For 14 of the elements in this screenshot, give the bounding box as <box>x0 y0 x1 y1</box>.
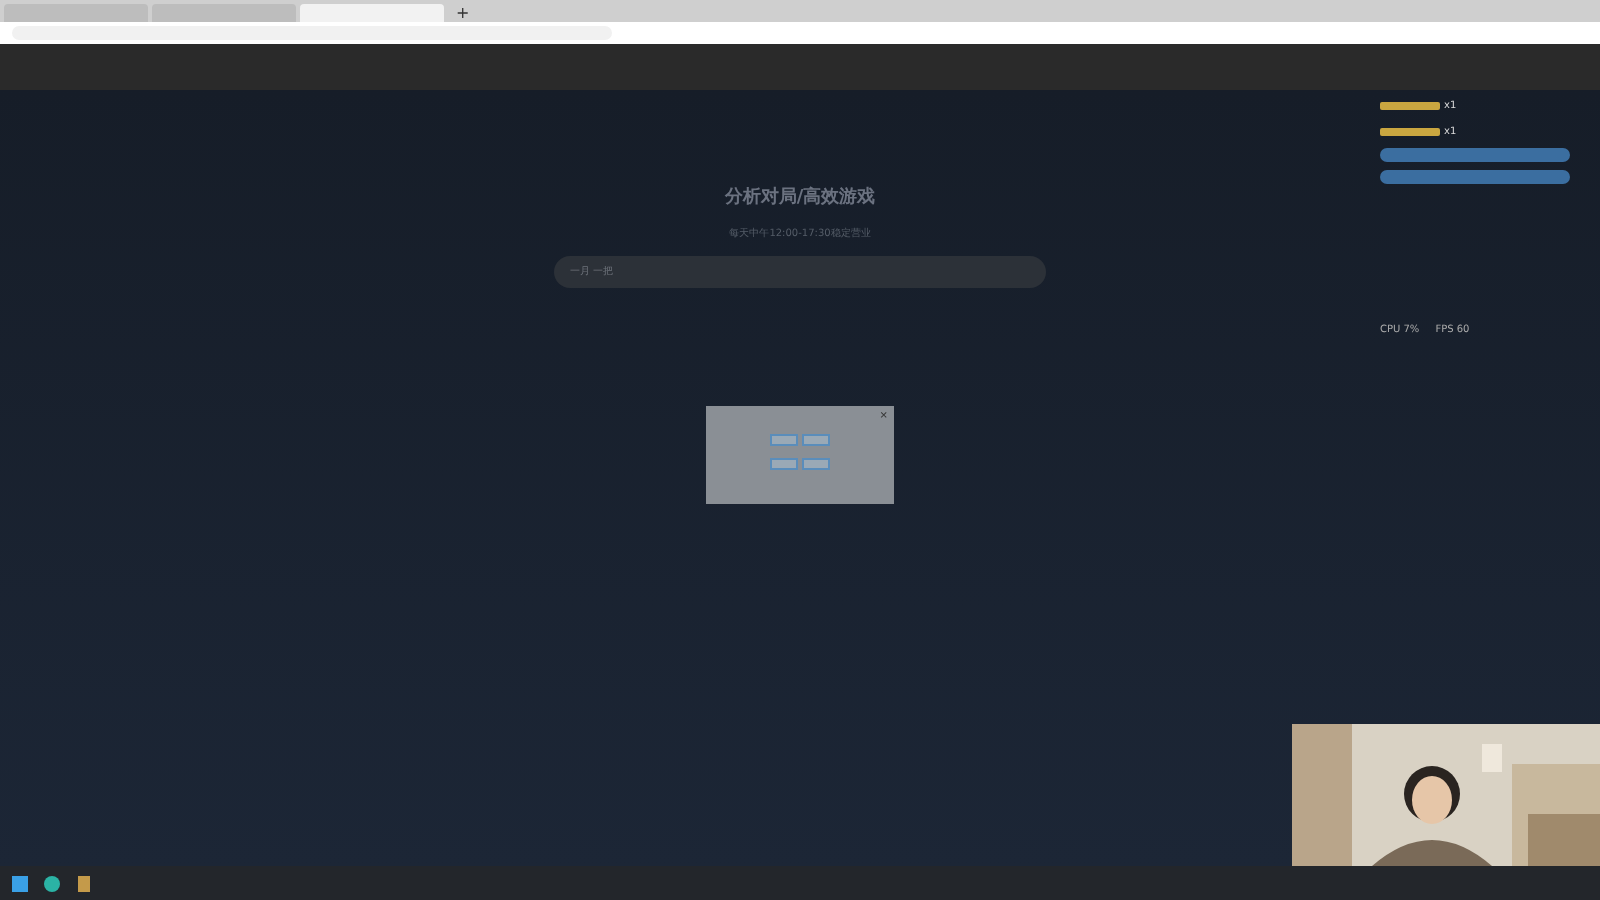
browser-tab[interactable] <box>300 4 444 22</box>
page-heading: 分析对局/高效游戏 <box>724 184 876 210</box>
dialog-button[interactable] <box>770 458 798 470</box>
gift-message <box>1380 101 1440 109</box>
gift-message <box>1380 127 1440 135</box>
browser-icon[interactable] <box>44 875 60 891</box>
dialog-button[interactable] <box>802 458 830 470</box>
new-tab-button[interactable]: + <box>448 4 478 22</box>
browser-tab[interactable] <box>152 4 296 22</box>
dialog-button[interactable] <box>770 434 798 446</box>
dialog-button[interactable] <box>802 434 830 446</box>
start-icon[interactable] <box>12 875 28 891</box>
browser-tab[interactable] <box>4 4 148 22</box>
app-icon[interactable] <box>76 875 92 891</box>
